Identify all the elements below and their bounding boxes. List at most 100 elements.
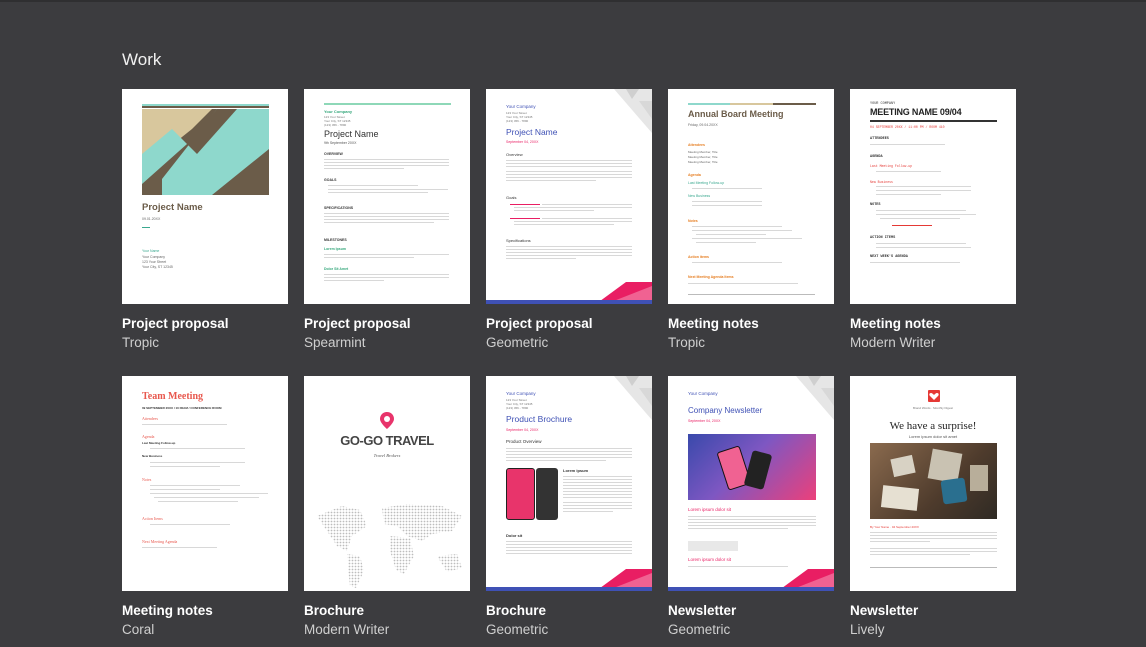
world-map-graphic bbox=[317, 504, 462, 588]
thumb-heading: We have a surprise! bbox=[889, 420, 977, 432]
thumb-heading: MEETING NAME 09/04 bbox=[870, 107, 962, 117]
template-thumbnail[interactable]: Project Name 09.01.20XX Your Name Your C… bbox=[122, 89, 288, 304]
template-title: Project proposal bbox=[486, 316, 593, 331]
template-card-newsletter-geometric[interactable]: Your Company Company Newsletter Septembe… bbox=[668, 376, 834, 638]
geometric-footer-graphic bbox=[668, 569, 834, 591]
thumb-section: NOTES bbox=[870, 203, 881, 207]
template-card-newsletter-lively[interactable]: Brand Words · Monthly Digest We have a s… bbox=[850, 376, 1016, 638]
template-card-meeting-notes-modern-writer[interactable]: YOUR COMPANY MEETING NAME 09/04 04 SEPTE… bbox=[850, 89, 1016, 351]
template-subtitle: Tropic bbox=[122, 335, 160, 350]
thumb-section: Notes bbox=[688, 219, 698, 223]
thumb-date: September 04, 20XX bbox=[506, 428, 539, 432]
template-subtitle: Modern Writer bbox=[304, 622, 390, 637]
thumb-date: 09 SEPTEMBER 20XX / 10:00AM / CONFERENCE… bbox=[142, 406, 222, 410]
template-card-project-proposal-spearmint[interactable]: Your Company 123 Your Street Your City, … bbox=[304, 89, 470, 351]
thumb-heading: Company Newsletter bbox=[688, 406, 763, 415]
template-title: Brochure bbox=[304, 603, 365, 618]
thumb-heading: Project Name bbox=[506, 127, 558, 137]
template-thumbnail[interactable]: Team Meeting 09 SEPTEMBER 20XX / 10:00AM… bbox=[122, 376, 288, 591]
thumb-heading: Product Brochure bbox=[506, 414, 573, 424]
phone-image bbox=[506, 468, 535, 520]
thumb-line: Lorem ipsum dolor sit bbox=[688, 557, 732, 562]
template-title: Meeting notes bbox=[668, 316, 759, 331]
thumb-heading: Annual Board Meeting bbox=[688, 109, 784, 119]
cta-block bbox=[688, 541, 738, 551]
template-title: Project proposal bbox=[304, 316, 411, 331]
hero-image bbox=[870, 443, 997, 519]
template-title: Meeting notes bbox=[122, 603, 213, 618]
top-divider bbox=[0, 0, 1146, 2]
thumb-brand: Brand Words · Monthly Digest bbox=[913, 406, 953, 410]
location-pin-icon bbox=[380, 412, 394, 429]
thumb-line: Your City, ST 12345 bbox=[142, 265, 173, 269]
template-subtitle: Geometric bbox=[486, 622, 549, 637]
thumb-line: Meeting Member, Title bbox=[688, 150, 718, 154]
template-card-project-proposal-geometric[interactable]: Your Company 123 Your Street Your City, … bbox=[486, 89, 652, 351]
template-card-project-proposal-tropic[interactable]: Project Name 09.01.20XX Your Name Your C… bbox=[122, 89, 288, 351]
thumb-byline: By Your Name · 04 September 20XX bbox=[870, 525, 919, 529]
thumb-company: Your Company bbox=[506, 391, 536, 396]
geometric-footer-graphic bbox=[486, 282, 652, 304]
thumb-line: Your Company bbox=[142, 255, 166, 259]
thumb-date: 09.01.20XX bbox=[142, 217, 161, 221]
template-thumbnail[interactable]: Your Company 123 Your Street Your City, … bbox=[304, 89, 470, 304]
thumb-section: Goals bbox=[506, 195, 517, 200]
geometric-corner-graphic bbox=[796, 376, 834, 420]
thumb-line: New Business bbox=[688, 194, 711, 198]
thumb-date: September 04, 20XX bbox=[506, 140, 539, 144]
template-thumbnail[interactable]: Annual Board Meeting Friday, 09.04.20XX … bbox=[668, 89, 834, 304]
template-card-brochure-modern-writer[interactable]: GO-GO TRAVEL Travel Brokers Brochure Mod… bbox=[304, 376, 470, 638]
thumb-line: Last Meeting Follow-up bbox=[688, 181, 725, 185]
thumb-line: Lorem ipsum dolor sit bbox=[688, 507, 732, 512]
template-card-brochure-geometric[interactable]: Your Company 123 Your Street Your City, … bbox=[486, 376, 652, 638]
template-subtitle: Geometric bbox=[668, 622, 731, 637]
thumb-date: Friday, 09.04.20XX bbox=[688, 123, 718, 127]
thumb-date: September 04, 20XX bbox=[688, 419, 721, 423]
template-subtitle: Tropic bbox=[668, 335, 706, 350]
thumb-company: YOUR COMPANY bbox=[870, 102, 896, 106]
thumb-section: SPECIFICATIONS bbox=[324, 206, 354, 210]
heart-logo-icon bbox=[928, 390, 940, 402]
thumb-section: GOALS bbox=[324, 178, 337, 182]
thumb-line: (123) 456 - 7890 bbox=[506, 406, 529, 410]
thumb-line: Meeting Member, Title bbox=[688, 160, 718, 164]
template-card-meeting-notes-tropic[interactable]: Annual Board Meeting Friday, 09.04.20XX … bbox=[668, 89, 834, 351]
phone-image bbox=[536, 468, 558, 520]
template-subtitle: Lively bbox=[850, 622, 885, 637]
thumb-section: Product Overview bbox=[506, 439, 542, 444]
thumb-company: Your Company bbox=[324, 109, 353, 114]
thumb-line: New Business bbox=[142, 454, 163, 458]
thumb-section: Next Meeting Agenda bbox=[142, 539, 178, 544]
template-thumbnail[interactable]: Your Company 123 Your Street Your City, … bbox=[486, 376, 652, 591]
thumb-line: Your Name bbox=[142, 249, 160, 253]
geometric-corner-graphic bbox=[614, 89, 652, 133]
template-subtitle: Modern Writer bbox=[850, 335, 936, 350]
thumb-line: 123 Your Street bbox=[142, 260, 167, 264]
template-thumbnail[interactable]: Brand Words · Monthly Digest We have a s… bbox=[850, 376, 1016, 591]
thumb-date: 04 SEPTEMBER 20XX / 11:00 PM / ROOM 410 bbox=[870, 125, 945, 129]
geometric-footer-graphic bbox=[486, 569, 652, 591]
template-subtitle: Geometric bbox=[486, 335, 549, 350]
template-thumbnail[interactable]: Your Company 123 Your Street Your City, … bbox=[486, 89, 652, 304]
template-thumbnail[interactable]: YOUR COMPANY MEETING NAME 09/04 04 SEPTE… bbox=[850, 89, 1016, 304]
template-card-meeting-notes-coral[interactable]: Team Meeting 09 SEPTEMBER 20XX / 10:00AM… bbox=[122, 376, 288, 638]
template-thumbnail[interactable]: GO-GO TRAVEL Travel Brokers bbox=[304, 376, 470, 591]
thumb-section: NEXT WEEK'S AGENDA bbox=[870, 255, 908, 259]
thumb-section: MILESTONES bbox=[324, 238, 347, 242]
template-thumbnail[interactable]: Your Company Company Newsletter Septembe… bbox=[668, 376, 834, 591]
section-title: Work bbox=[122, 50, 162, 69]
thumb-heading: Team Meeting bbox=[142, 391, 204, 402]
thumb-tagline: Travel Brokers bbox=[373, 453, 401, 458]
thumb-line: Dolor sit bbox=[506, 533, 523, 538]
thumb-line: Meeting Member, Title bbox=[688, 155, 718, 159]
thumb-line: Lorem Ipsum bbox=[324, 247, 346, 251]
thumb-line: Last Meeting Follow-up bbox=[142, 441, 176, 445]
template-subtitle: Spearmint bbox=[304, 335, 366, 350]
template-title: Newsletter bbox=[850, 603, 919, 618]
template-title: Newsletter bbox=[668, 603, 737, 618]
thumb-section: ATTENDEES bbox=[870, 137, 889, 141]
template-title: Brochure bbox=[486, 603, 547, 618]
thumb-line: Dolor Sit Amet bbox=[324, 267, 349, 271]
thumb-company: Your Company bbox=[506, 104, 536, 109]
thumb-section: AGENDA bbox=[870, 155, 883, 159]
